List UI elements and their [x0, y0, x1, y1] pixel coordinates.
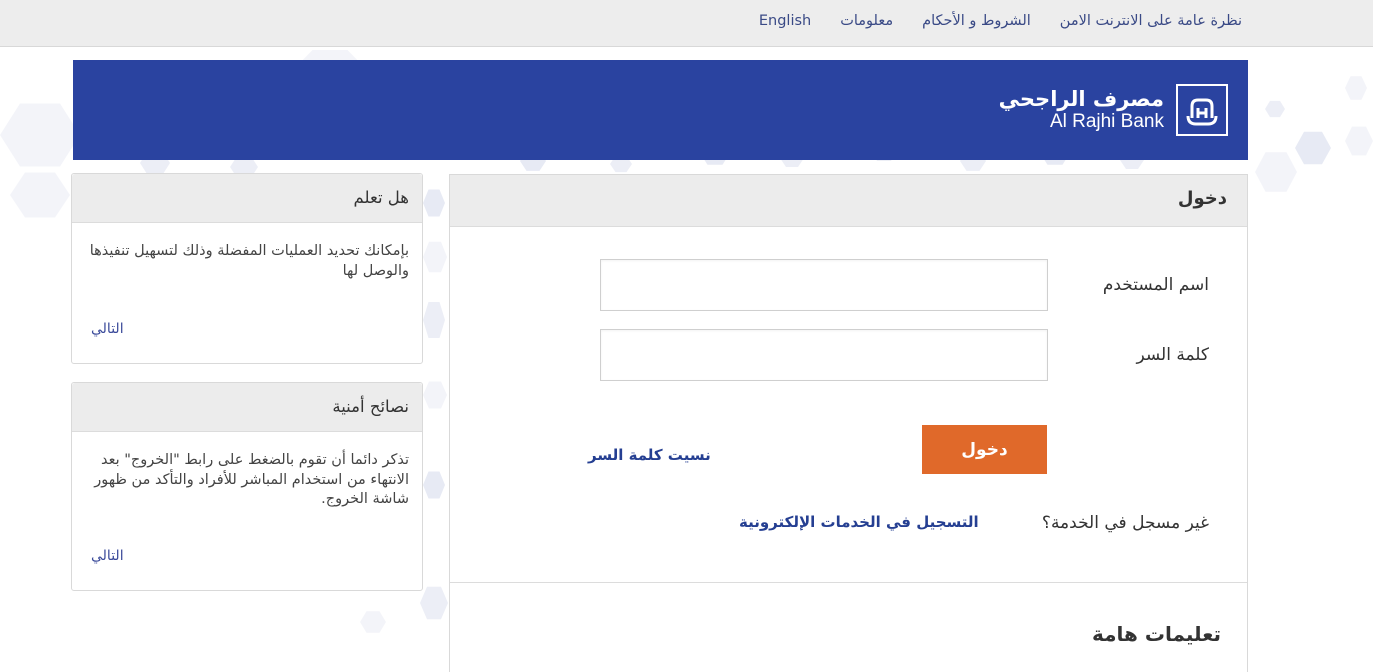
forgot-password-link[interactable]: نسيت كلمة السر [588, 446, 711, 464]
did-you-know-text: بإمكانك تحديد العمليات المفضلة وذلك لتسه… [89, 243, 409, 279]
username-input[interactable] [600, 259, 1048, 311]
top-bar: نظرة عامة على الانترنت الامن الشروط و ال… [0, 0, 1373, 47]
did-you-know-box: هل تعلم بإمكانك تحديد العمليات المفضلة و… [71, 173, 423, 364]
logo-english-text: Al Rajhi Bank [1049, 111, 1164, 133]
login-panel-title: دخول [450, 175, 1247, 227]
header-banner: مصرف الراجحي Al Rajhi Bank [73, 60, 1248, 160]
important-instructions-title: تعليمات هامة [1092, 622, 1221, 646]
security-tips-next-link[interactable]: التالي [91, 548, 124, 564]
nav-link-terms-conditions[interactable]: الشروط و الأحكام [922, 13, 1031, 29]
username-label: اسم المستخدم [1102, 275, 1209, 295]
security-tips-text: تذكر دائما أن تقوم بالضغط على رابط "الخر… [94, 452, 409, 508]
logo-arabic-text: مصرف الراجحي [998, 87, 1164, 111]
login-button[interactable]: دخول [922, 425, 1047, 474]
password-input[interactable] [600, 329, 1048, 381]
nav-link-online-security-overview[interactable]: نظرة عامة على الانترنت الامن [1060, 13, 1242, 29]
top-nav: نظرة عامة على الانترنت الامن الشروط و ال… [759, 13, 1242, 29]
security-tips-title: نصائح أمنية [72, 383, 422, 432]
did-you-know-title: هل تعلم [72, 174, 422, 223]
not-registered-text: غير مسجل في الخدمة؟ [1041, 513, 1209, 533]
did-you-know-next-link[interactable]: التالي [91, 321, 124, 337]
security-tips-box: نصائح أمنية تذكر دائما أن تقوم بالضغط عل… [71, 382, 423, 591]
nav-link-english[interactable]: English [759, 13, 811, 29]
register-eservices-link[interactable]: التسجيل في الخدمات الإلكترونية [739, 513, 979, 531]
nav-link-information[interactable]: معلومات [840, 13, 893, 29]
al-rajhi-logo-icon [1176, 84, 1228, 136]
bank-logo[interactable]: مصرف الراجحي Al Rajhi Bank [999, 84, 1228, 136]
section-divider [450, 582, 1247, 583]
password-label: كلمة السر [1136, 345, 1209, 365]
login-panel: دخول اسم المستخدم كلمة السر دخول نسيت كل… [449, 174, 1248, 672]
